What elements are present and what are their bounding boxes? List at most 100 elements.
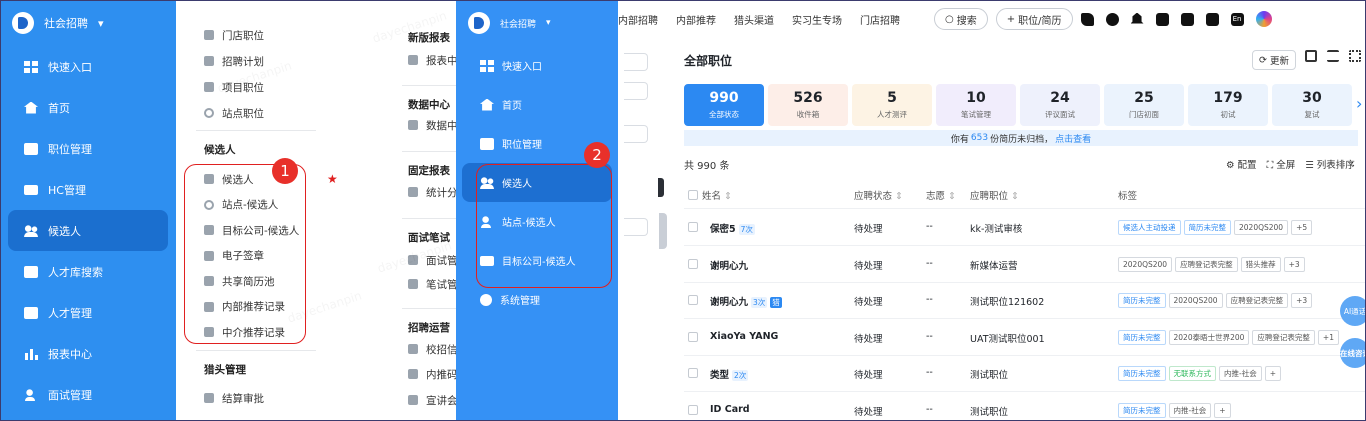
tag[interactable]: +3: [1283, 256, 1305, 272]
table-tool[interactable]: ⚙ 配置: [1226, 157, 1257, 171]
top-tab[interactable]: 内部招聘: [618, 12, 658, 27]
online-consult-button[interactable]: 在线咨询: [1340, 338, 1366, 368]
tag[interactable]: 2020QS200: [1118, 256, 1173, 272]
add-position-button[interactable]: + 职位/简历: [995, 8, 1073, 30]
sidebar-item-4[interactable]: 候选人: [8, 210, 168, 251]
sidebar-item-8[interactable]: 面试管理: [8, 374, 168, 415]
row-checkbox[interactable]: [688, 404, 698, 415]
select-all-checkbox[interactable]: [688, 190, 698, 200]
tag[interactable]: +3: [1291, 293, 1313, 308]
sidebar-item-6[interactable]: 人才管理: [8, 292, 168, 333]
table-tool[interactable]: ⛶ 全屏: [1267, 157, 1296, 171]
tag[interactable]: 猎头推荐: [1240, 256, 1281, 272]
table-tool[interactable]: ☰ 列表排序: [1305, 157, 1355, 171]
menu-item[interactable]: 内推码: [408, 362, 458, 386]
stat-card[interactable]: 5 人才测评: [852, 84, 932, 126]
menu-item[interactable]: 结算审批: [204, 386, 264, 410]
sort-icon[interactable]: ⇕: [1008, 191, 1019, 202]
column-header[interactable]: 标签: [1118, 188, 1137, 202]
sidebar-item-2[interactable]: 职位管理: [8, 128, 168, 169]
stat-card[interactable]: 24 评议面试: [1020, 84, 1100, 126]
folder-icon[interactable]: [1205, 12, 1219, 26]
stat-card[interactable]: 990 全部状态: [684, 84, 764, 126]
top-tab[interactable]: 猎头渠道: [734, 12, 774, 27]
select-chevron[interactable]: [624, 53, 648, 71]
sort-icon[interactable]: ⇕: [721, 191, 732, 202]
tag[interactable]: +5: [1291, 220, 1313, 235]
top-tab[interactable]: 实习生专场: [792, 12, 842, 27]
candidate-name[interactable]: 类型 2次: [710, 367, 749, 381]
tag[interactable]: 简历未完整: [1118, 293, 1166, 308]
tag[interactable]: 简历未完整: [1118, 329, 1166, 345]
stat-card[interactable]: 25 门店初面: [1104, 84, 1184, 126]
brand[interactable]: 社会招聘 ▾: [0, 0, 176, 46]
favorite-star-icon[interactable]: ★: [327, 172, 338, 186]
calendar-icon[interactable]: [1180, 12, 1194, 26]
sidebar-item-3[interactable]: HC管理: [8, 169, 168, 210]
candidate-name[interactable]: XiaoYa YANG: [710, 331, 778, 342]
brand-right[interactable]: 社会招聘 ▾: [456, 0, 618, 46]
row-checkbox[interactable]: [688, 331, 698, 342]
row-checkbox[interactable]: [688, 368, 698, 378]
column-header[interactable]: 志愿 ⇕: [926, 188, 956, 202]
tag[interactable]: 简历未完整: [1118, 366, 1166, 381]
tag[interactable]: 2020QS200: [1234, 220, 1289, 235]
candidate-name[interactable]: 保密5 7次: [710, 221, 755, 235]
help-icon[interactable]: [1105, 12, 1119, 26]
grid-view-icon[interactable]: [1349, 50, 1361, 62]
tag[interactable]: 应聘登记表完整: [1175, 256, 1238, 272]
avatar[interactable]: [1255, 11, 1272, 27]
menu-item[interactable]: 门店职位: [204, 23, 264, 47]
sidebar-item-1[interactable]: 首页: [8, 87, 168, 128]
menu-item[interactable]: 宣讲会: [408, 388, 458, 412]
ai-call-button[interactable]: AI通话: [1340, 296, 1366, 326]
sort-icon[interactable]: ⇕: [892, 191, 903, 202]
candidate-name[interactable]: ID Card: [710, 404, 750, 415]
sort-icon[interactable]: ⇕: [945, 191, 956, 202]
next-arrow-icon[interactable]: ›: [1356, 94, 1362, 113]
add-icon[interactable]: [624, 82, 648, 100]
bell-icon[interactable]: [1130, 12, 1144, 24]
calculator-icon[interactable]: [1155, 12, 1169, 26]
tag[interactable]: +: [1264, 366, 1282, 381]
menu-item[interactable]: 站点职位: [204, 101, 264, 125]
row-checkbox[interactable]: [688, 222, 698, 232]
right-sidebar-item-0[interactable]: 快速入口: [462, 46, 612, 85]
column-header[interactable]: 姓名 ⇕: [702, 188, 732, 202]
menu-item[interactable]: 项目职位: [204, 75, 264, 99]
list-view-icon[interactable]: [1327, 50, 1339, 62]
column-view-icon[interactable]: [1305, 50, 1317, 62]
menu-item[interactable]: 招聘计划: [204, 49, 264, 73]
tag[interactable]: +1: [1317, 329, 1339, 345]
notice-link[interactable]: 点击查看: [1055, 132, 1091, 145]
tag[interactable]: 应聘登记表完整: [1252, 329, 1315, 345]
row-checkbox[interactable]: [688, 295, 698, 305]
sidebar-item-0[interactable]: 快速入口: [8, 46, 168, 87]
row-checkbox[interactable]: [688, 258, 698, 269]
tag[interactable]: 应聘登记表完整: [1225, 293, 1289, 308]
candidate-name[interactable]: 谢明心九 3次猎: [710, 294, 782, 308]
input-field[interactable]: [624, 125, 648, 143]
stat-card[interactable]: 526 收件箱: [768, 84, 848, 126]
tag[interactable]: 简历未完整: [1183, 220, 1231, 235]
tag[interactable]: 简历未完整: [1118, 402, 1166, 418]
tag[interactable]: 2020QS200: [1168, 293, 1223, 308]
tag[interactable]: 候选人主动投递: [1118, 220, 1181, 235]
top-tab[interactable]: 门店招聘: [860, 12, 900, 27]
stat-card[interactable]: 30 复试: [1272, 84, 1352, 126]
collapse-handle[interactable]: [659, 213, 667, 249]
sidebar-item-7[interactable]: 报表中心: [8, 333, 168, 374]
tag[interactable]: 内推-社会: [1168, 402, 1212, 418]
tag[interactable]: 2020泰晤士世界200: [1168, 329, 1250, 345]
tag[interactable]: 内推-社会: [1219, 366, 1262, 381]
language-icon[interactable]: En: [1230, 12, 1244, 26]
stat-card[interactable]: 179 初试: [1188, 84, 1268, 126]
candidate-name[interactable]: 谢明心九: [710, 258, 748, 272]
column-header[interactable]: 应聘状态 ⇕: [854, 188, 903, 202]
stat-card[interactable]: 10 笔试管理: [936, 84, 1016, 126]
column-header[interactable]: 应聘职位 ⇕: [970, 188, 1019, 202]
tag[interactable]: +: [1214, 402, 1231, 418]
update-button[interactable]: ⟳ 更新: [1252, 50, 1296, 70]
right-sidebar-item-1[interactable]: 首页: [462, 85, 612, 124]
plugin-icon[interactable]: [1080, 12, 1094, 26]
